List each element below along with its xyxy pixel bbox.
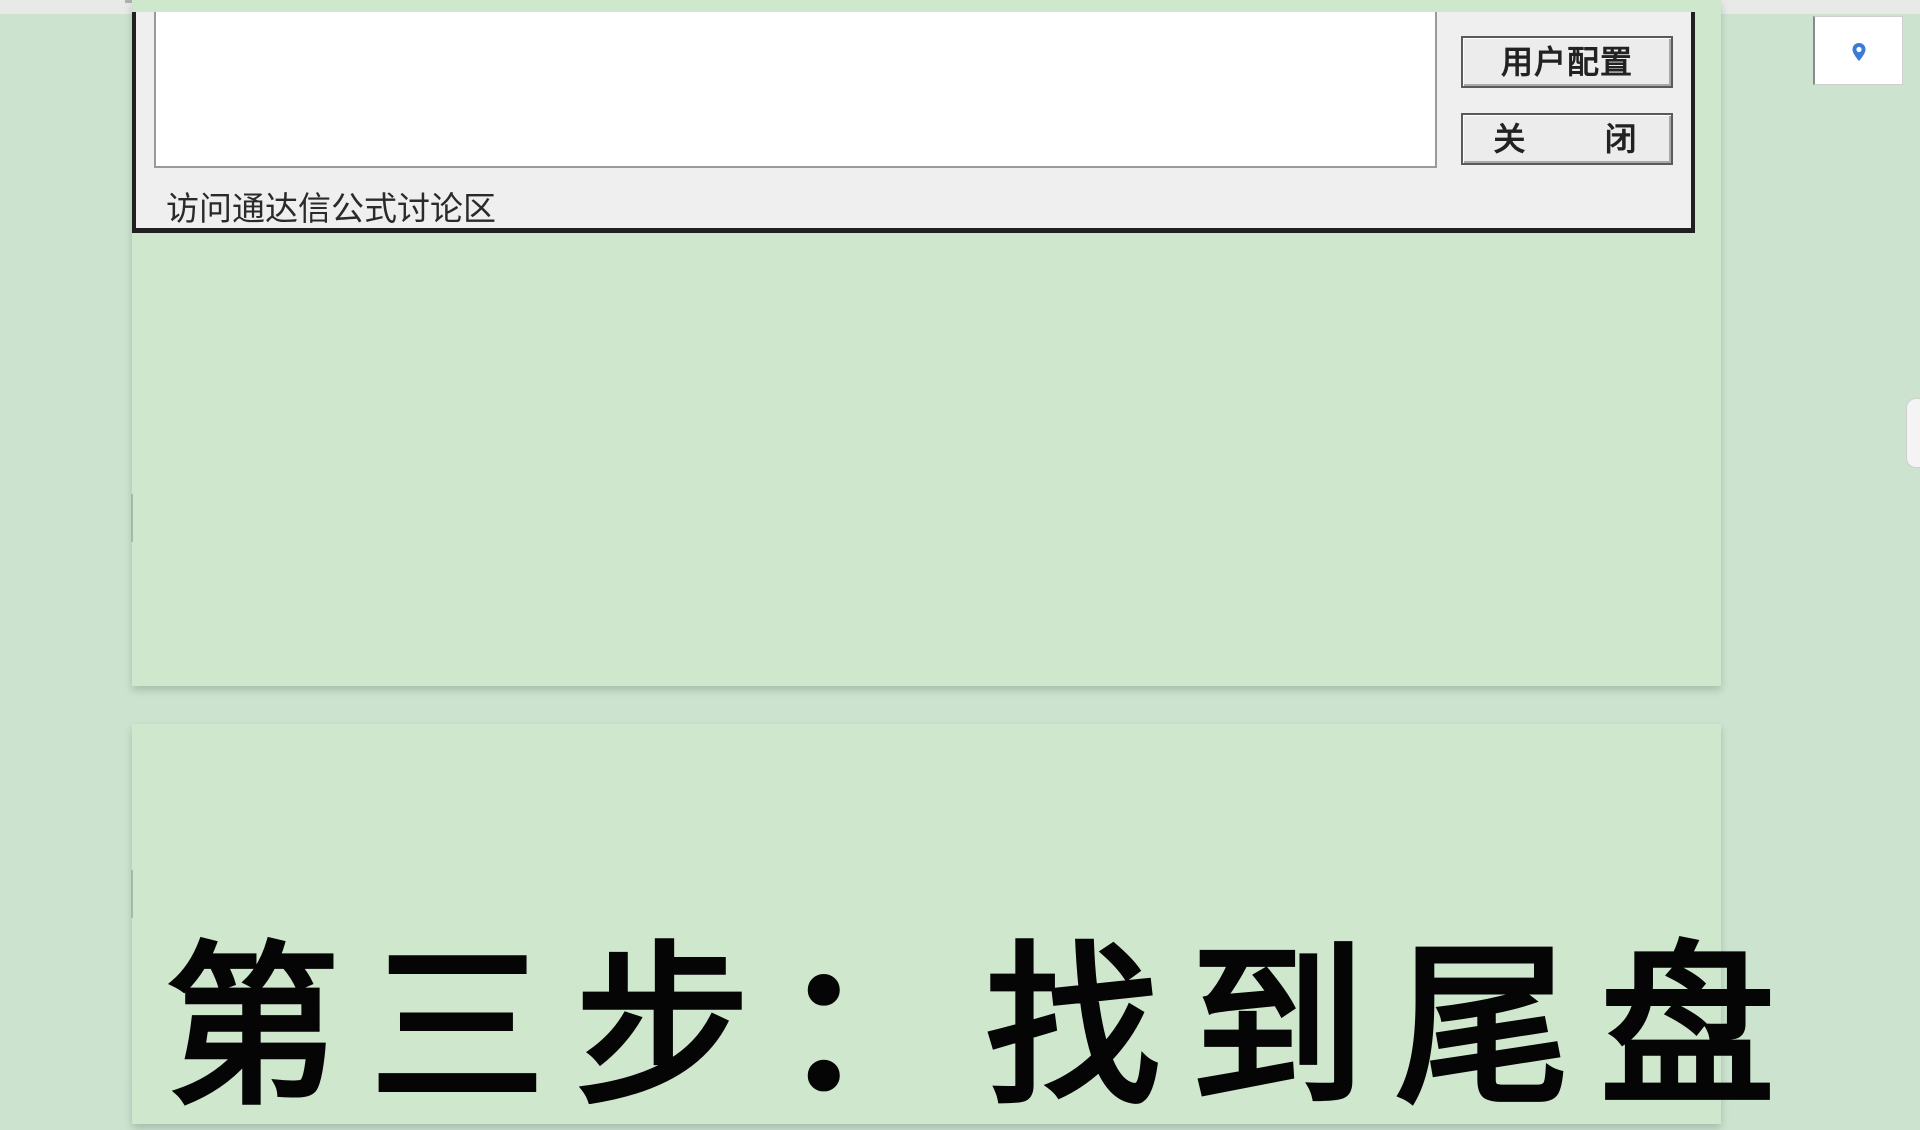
close-button[interactable]: 关 闭 [1461,113,1673,165]
dialog-text-area [154,12,1437,168]
user-config-button[interactable]: 用户配置 [1461,36,1673,88]
forum-link[interactable]: 访问通达信公式讨论区 [166,182,496,230]
side-panel-toggle[interactable] [1906,398,1920,468]
step-heading: 第三步：找到尾盘 [165,925,1805,1130]
location-button[interactable] [1813,16,1903,85]
embedded-dialog-screenshot: 用户配置 关 闭 访问通达信公式讨论区 [132,12,1695,233]
location-pin-icon [1852,43,1866,61]
page-margin-marker [131,494,133,542]
document-viewport: 用户配置 关 闭 访问通达信公式讨论区 第三步：找到尾盘 [0,0,1920,1124]
page-margin-marker [131,870,133,918]
